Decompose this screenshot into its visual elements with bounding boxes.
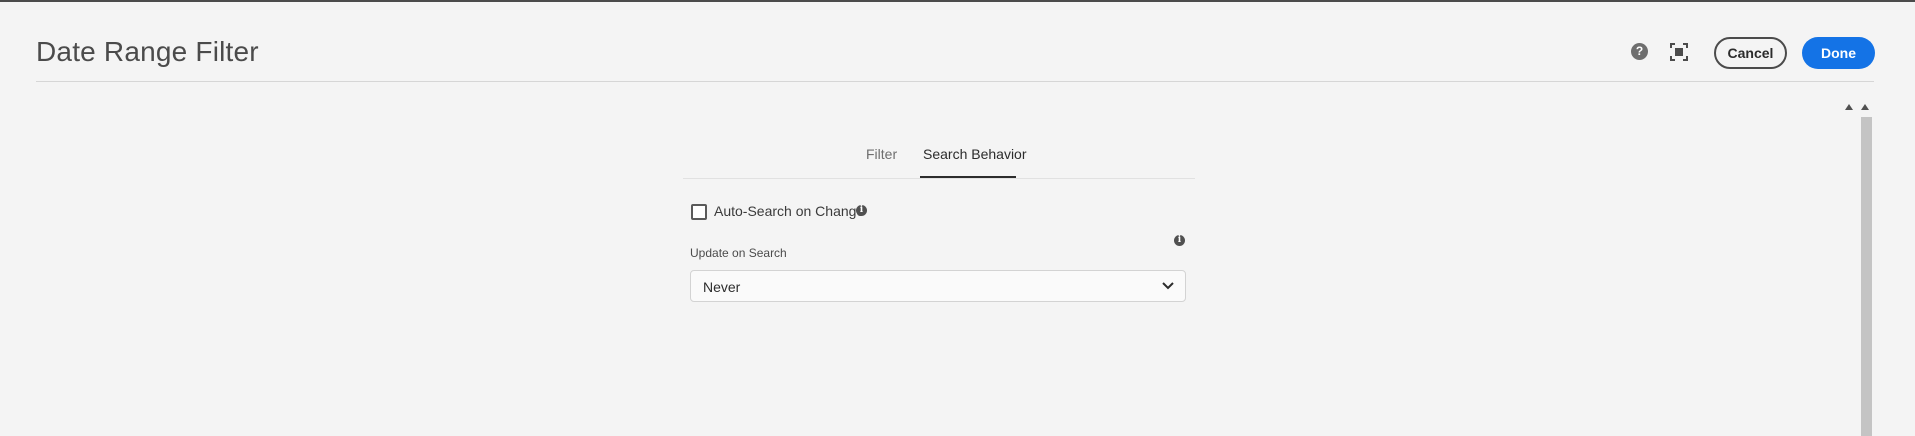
- dialog-header: Date Range Filter ? Cancel Done: [36, 2, 1875, 82]
- scrollbar-thumb[interactable]: [1861, 117, 1872, 436]
- info-icon[interactable]: i: [1174, 235, 1185, 246]
- chevron-down-icon: [1162, 282, 1174, 290]
- auto-search-checkbox[interactable]: [691, 204, 707, 220]
- tab-search-behavior[interactable]: Search Behavior: [923, 146, 1027, 162]
- info-icon[interactable]: i: [856, 205, 867, 216]
- update-on-search-label: Update on Search: [690, 246, 787, 260]
- scroll-up-arrow[interactable]: [1861, 104, 1869, 110]
- done-button[interactable]: Done: [1802, 37, 1875, 69]
- auto-search-label[interactable]: Auto-Search on Change: [714, 203, 864, 219]
- fullscreen-icon[interactable]: [1670, 43, 1688, 61]
- scroll-up-arrow[interactable]: [1845, 104, 1853, 110]
- cancel-button[interactable]: Cancel: [1714, 37, 1787, 69]
- tab-filter[interactable]: Filter: [866, 146, 897, 162]
- tab-selected-indicator: [920, 176, 1016, 178]
- help-icon[interactable]: ?: [1631, 43, 1648, 60]
- dialog-title: Date Range Filter: [36, 36, 259, 67]
- tab-list: Filter Search Behavior: [683, 130, 1195, 179]
- select-value: Never: [703, 279, 741, 295]
- update-on-search-select[interactable]: Never: [690, 270, 1186, 302]
